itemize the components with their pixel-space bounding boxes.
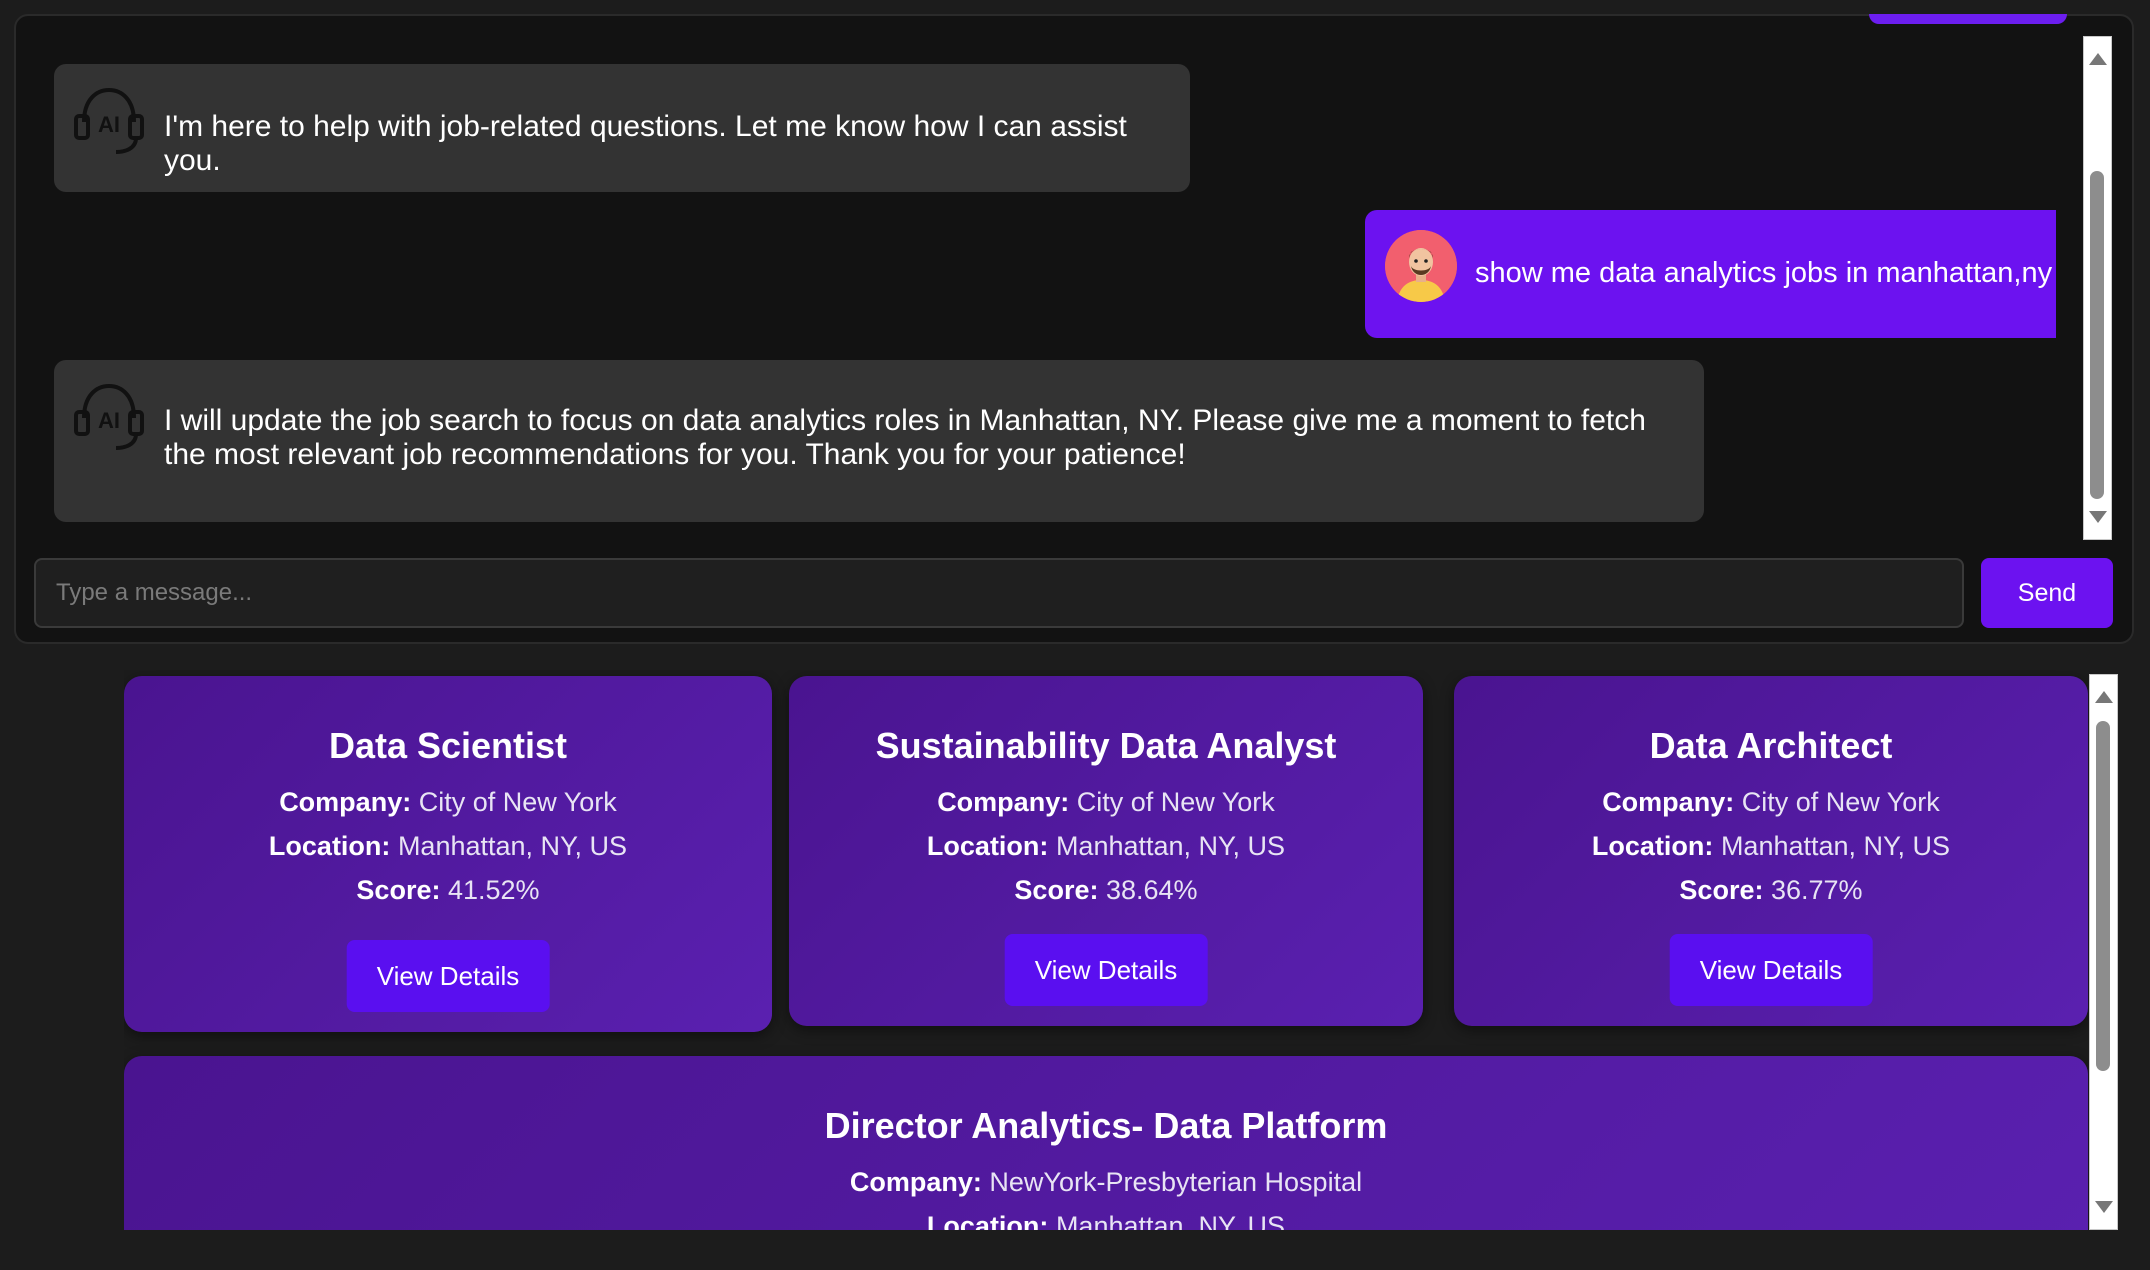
job-score: Score: 36.77% <box>1679 875 1863 905</box>
job-card: Data Architect Company: City of New York… <box>1454 676 2088 1026</box>
job-card: Sustainability Data Analyst Company: Cit… <box>789 676 1423 1026</box>
job-title: Data Scientist <box>328 725 568 766</box>
ai-headset-icon: AI <box>74 383 144 450</box>
chat-scrollbar[interactable] <box>2083 36 2112 540</box>
job-card: Director Analytics- Data Platform Compan… <box>124 1056 2088 1230</box>
send-button[interactable]: Send <box>1981 558 2113 628</box>
scroll-down-arrow-icon[interactable] <box>2095 1201 2113 1213</box>
message-text: I will update the job search to focus on… <box>164 404 1646 471</box>
ai-headset-icon: AI <box>74 87 144 154</box>
job-recommendations: Data Scientist Company: City of New York… <box>124 670 2120 1230</box>
message-text: show me data analytics jobs in manhattan… <box>1475 257 2053 289</box>
job-location: Location: Manhattan, NY, US <box>926 831 1286 861</box>
job-location: Location: Manhattan, NY, US <box>268 831 628 861</box>
message-text: I'm here to help with job-related questi… <box>164 110 1127 177</box>
job-card: Data Scientist Company: City of New York… <box>124 676 772 1032</box>
user-message: show me data analytics jobs in manhattan… <box>1365 210 2056 338</box>
scrollbar-thumb[interactable] <box>2090 171 2104 499</box>
page-bottom <box>0 1230 2150 1270</box>
message-input[interactable] <box>34 558 1964 628</box>
bot-message: AI I'm here to help with job-related que… <box>54 64 1190 192</box>
svg-text:AI: AI <box>98 112 120 137</box>
view-details-button[interactable]: View Details <box>1004 934 1208 1006</box>
job-score: Score: 38.64% <box>1014 875 1198 905</box>
previous-message-edge <box>1869 14 2067 24</box>
svg-text:AI: AI <box>98 408 120 433</box>
job-location: Location: Manhattan, NY, US <box>1591 831 1951 861</box>
job-company: Company: City of New York <box>279 787 617 817</box>
job-company: Company: NewYork-Presbyterian Hospital <box>849 1167 1363 1197</box>
job-title: Director Analytics- Data Platform <box>824 1105 1388 1146</box>
job-title: Sustainability Data Analyst <box>875 725 1337 766</box>
user-avatar <box>1385 230 1457 302</box>
jobs-scrollbar[interactable] <box>2089 674 2118 1230</box>
job-score: Score: 41.52% <box>356 875 540 905</box>
job-location: Location: Manhattan, NY, US <box>926 1211 1286 1230</box>
scroll-up-arrow-icon[interactable] <box>2095 691 2113 703</box>
view-details-button[interactable]: View Details <box>346 940 550 1012</box>
job-company: Company: City of New York <box>937 787 1275 817</box>
scroll-down-arrow-icon[interactable] <box>2089 511 2107 523</box>
job-company: Company: City of New York <box>1602 787 1940 817</box>
view-details-button[interactable]: View Details <box>1669 934 1873 1006</box>
scrollbar-thumb[interactable] <box>2096 721 2110 1071</box>
bot-message: AI I will update the job search to focus… <box>54 360 1704 522</box>
scroll-up-arrow-icon[interactable] <box>2089 53 2107 65</box>
message-list: AI I'm here to help with job-related que… <box>26 24 2056 534</box>
job-title: Data Architect <box>1649 725 1893 766</box>
